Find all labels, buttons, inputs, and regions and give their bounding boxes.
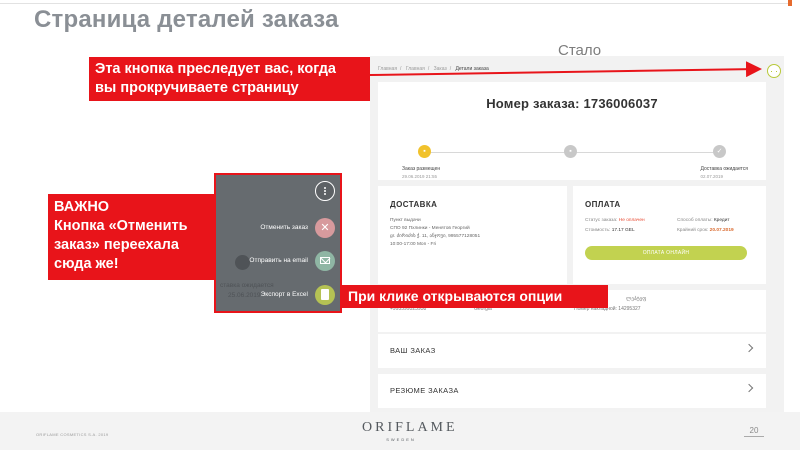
payment-status-value: Не оплачен	[618, 218, 645, 223]
callout-line: Кнопка «Отменить	[54, 218, 188, 234]
top-accent-mark	[788, 0, 792, 6]
delivery-line: gr. ძირიძის ქ. 11, ანჯოუი, 995577128051	[390, 234, 481, 239]
envelope-icon	[320, 257, 330, 264]
timeline-start: Заказ размещен 29.06.2019 21:55	[402, 166, 440, 179]
breadcrumb-item[interactable]: Главная	[378, 66, 397, 72]
timeline-start-date: 29.06.2019 21:55	[402, 174, 438, 179]
page-number-underline	[744, 436, 764, 437]
payment-method-label: Способ оплаты:	[677, 218, 713, 223]
callout-important: ВАЖНО Кнопка «Отменить заказ» переехала …	[48, 194, 214, 280]
accordion-order-summary[interactable]: РЕЗЮМЕ ЗАКАЗА	[378, 374, 766, 408]
payment-card: ОПЛАТА Статус заказа: Не оплачен Способ …	[573, 186, 766, 284]
export-excel-button[interactable]	[315, 285, 335, 305]
payment-cost-value: 17.17 GEL	[611, 228, 635, 233]
timeline-start-label: Заказ размещен	[402, 166, 441, 172]
invoice-value: 14295327	[618, 306, 641, 312]
accordion-your-order[interactable]: ВАШ ЗАКАЗ	[378, 334, 766, 368]
accordion-title: РЕЗЮМЕ ЗАКАЗА	[390, 386, 459, 395]
breadcrumb-current: Детали заказа	[455, 66, 489, 72]
accordion-title: ВАШ ЗАКАЗ	[390, 346, 436, 355]
payment-deadline: Крайний срок: 20.07.2019	[677, 228, 734, 233]
chevron-right-icon	[744, 383, 754, 393]
timeline-end-label: Доставка ожидается	[700, 166, 748, 172]
footer-copyright: ORIFLAME COSMETICS S.A. 2019	[36, 432, 109, 437]
callout-line: Эта кнопка преследует вас, когда	[95, 61, 336, 77]
payment-title: ОПЛАТА	[585, 200, 621, 209]
breadcrumb-item[interactable]: Главная	[406, 66, 425, 72]
action-menu-zoom: ставка ожидается 25.06.2019 Отменить зак…	[214, 173, 342, 313]
payment-method-value: Кредит	[713, 218, 730, 223]
delivery-line: 10:00-17:00 Mon - Fri	[390, 242, 437, 247]
order-details-mockup: Главная / Главная / Заказ / Детали заказа Н…	[370, 56, 784, 412]
top-divider	[0, 3, 790, 4]
cancel-order-button[interactable]: ✕	[315, 218, 335, 238]
timeline-end-date: 02.07.2019	[700, 174, 724, 179]
document-icon	[321, 289, 329, 300]
breadcrumb: Главная / Главная / Заказ / Детали заказа	[378, 66, 489, 72]
delivery-line: Пункт выдачи	[390, 218, 421, 223]
info-partial: ლეპტეფ	[626, 296, 647, 302]
delivery-card: ДОСТАВКА Пункт выдачи СПО 92 Пхлинки - М…	[378, 186, 567, 284]
close-icon: ✕	[320, 222, 330, 234]
payment-cost: Стоимость: 17.17 GEL	[585, 228, 635, 233]
payment-deadline-value: 20.07.2019	[709, 228, 734, 233]
export-excel-label[interactable]: Экспорт в Excel	[216, 291, 308, 298]
payment-method: Способ оплаты: Кредит	[677, 218, 730, 223]
overlay-ghost-text: ставка ожидается	[220, 282, 274, 289]
slide-footer: ORIFLAME COSMETICS S.A. 2019 ORIFLAME SW…	[0, 412, 800, 450]
chevron-right-icon	[744, 343, 754, 353]
delivery-title: ДОСТАВКА	[390, 200, 438, 209]
callout-floating-button: Эта кнопка преследует вас, когда вы прок…	[89, 57, 370, 101]
callout-line: заказ» переехала	[54, 237, 179, 253]
send-email-button[interactable]	[315, 251, 335, 271]
delivery-line: СПО 92 Пхлинки - Менятов Георгий	[390, 226, 470, 231]
pay-online-button[interactable]: ОПЛАТА ОНЛАЙН	[585, 246, 747, 260]
order-summary-card: Номер заказа: 1736006037 ▪ ▪ ✓ Заказ раз…	[378, 82, 766, 180]
more-dots-icon	[771, 71, 777, 72]
action-menu-toggle[interactable]	[315, 181, 335, 201]
callout-line: ВАЖНО	[54, 199, 110, 215]
order-number: Номер заказа: 1736006037	[486, 96, 658, 111]
payment-deadline-label: Крайний срок:	[677, 228, 709, 233]
callout-line: вы прокручиваете страницу	[95, 80, 299, 96]
payment-status: Статус заказа: Не оплачен	[585, 218, 645, 223]
send-email-label[interactable]: Отправить на email	[216, 257, 308, 264]
timeline-end: Доставка ожидается 02.07.2019	[701, 166, 748, 179]
floating-menu-button[interactable]	[767, 64, 781, 78]
order-placed-icon: ▪	[418, 145, 431, 158]
slide-title: Страница деталей заказа	[34, 6, 339, 33]
more-vertical-icon	[324, 187, 326, 189]
cancel-order-label[interactable]: Отменить заказ	[216, 224, 308, 231]
payment-cost-label: Стоимость:	[585, 228, 611, 233]
payment-status-label: Статус заказа:	[585, 218, 618, 223]
breadcrumb-item[interactable]: Заказ	[434, 66, 447, 72]
checkmark-icon: ✓	[713, 145, 726, 158]
page-number: 20	[749, 426, 759, 435]
logo-brand: ORIFLAME	[362, 420, 458, 435]
delivery-truck-icon: ▪	[564, 145, 577, 158]
oriflame-logo: ORIFLAME SWEDEN	[362, 420, 458, 442]
callout-options: При клике открываются опции	[342, 285, 608, 308]
callout-line: сюда же!	[54, 256, 119, 272]
logo-sub: SWEDEN	[386, 437, 416, 442]
